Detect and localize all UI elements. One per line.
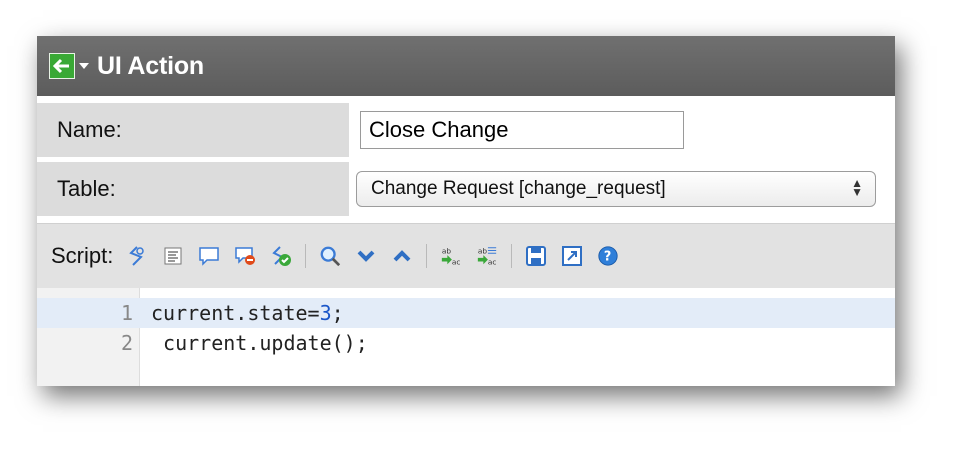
- code-line[interactable]: 1 current.state=3;: [37, 298, 895, 328]
- help-icon[interactable]: ?: [597, 245, 619, 267]
- script-label: Script:: [51, 243, 114, 268]
- select-arrows-icon: ▲ ▼: [851, 176, 863, 199]
- back-arrow-icon[interactable]: [49, 53, 75, 79]
- fullscreen-icon[interactable]: [561, 245, 583, 267]
- page-title: UI Action: [97, 51, 204, 80]
- name-row: Name:: [37, 103, 895, 157]
- remove-comment-icon[interactable]: [234, 245, 256, 267]
- chevron-down-icon[interactable]: [79, 63, 89, 69]
- code-line[interactable]: 2 current.update();: [37, 328, 895, 358]
- table-select-value: Change Request [change_request]: [371, 178, 666, 199]
- script-editor[interactable]: 1 current.state=3; 2 current.update();: [37, 288, 895, 386]
- replace-icon[interactable]: ab ac: [440, 245, 462, 267]
- svg-text:ac: ac: [452, 257, 461, 266]
- svg-text:ab: ab: [442, 246, 451, 255]
- toolbar-separator: [426, 244, 428, 268]
- ui-action-form: UI Action Name: Table: Change Request [c…: [37, 36, 895, 386]
- svg-text:ab: ab: [478, 246, 487, 255]
- table-row: Table: Change Request [change_request] ▲…: [37, 162, 895, 216]
- next-icon[interactable]: [355, 245, 377, 267]
- replace-all-icon[interactable]: ab ac: [476, 245, 498, 267]
- svg-text:?: ?: [604, 250, 611, 265]
- title-bar: UI Action: [37, 36, 895, 96]
- check-syntax-icon[interactable]: [270, 245, 292, 267]
- table-label: Table:: [37, 162, 349, 216]
- save-icon[interactable]: [525, 245, 547, 267]
- line-number: 1: [120, 301, 133, 325]
- code-text: current.state=3;: [151, 301, 344, 325]
- comment-icon[interactable]: [198, 245, 220, 267]
- toolbar-separator: [305, 244, 307, 268]
- table-select[interactable]: Change Request [change_request] ▲ ▼: [356, 171, 876, 207]
- search-icon[interactable]: [319, 245, 341, 267]
- toggle-syntax-icon[interactable]: [126, 245, 148, 267]
- toolbar-separator: [511, 244, 513, 268]
- name-input[interactable]: [360, 111, 684, 149]
- code-text: current.update();: [151, 331, 368, 355]
- name-label: Name:: [37, 103, 349, 157]
- script-toolbar: Script: ab ac ab ac ?: [37, 223, 895, 288]
- format-code-icon[interactable]: [162, 245, 184, 267]
- svg-text:ac: ac: [488, 257, 497, 266]
- previous-icon[interactable]: [391, 245, 413, 267]
- line-number: 2: [120, 331, 133, 355]
